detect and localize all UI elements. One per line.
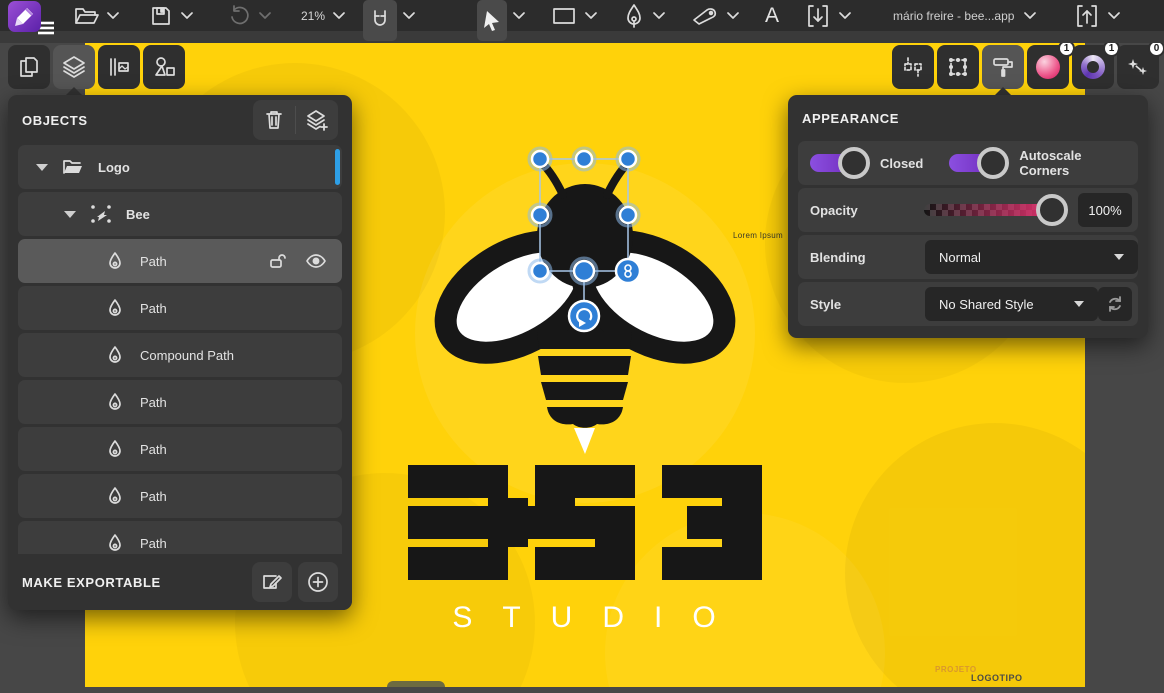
- zoom-level[interactable]: 21%: [301, 0, 325, 31]
- tab-gallery[interactable]: [98, 45, 140, 89]
- objects-panel-title: OBJECTS: [22, 113, 88, 128]
- opacity-slider-knob[interactable]: [1036, 194, 1068, 226]
- app-window: Lorem Ipsum STUDIO PROJETO LOGOTIPO: [0, 0, 1164, 693]
- import-chevron[interactable]: [839, 0, 851, 31]
- undo-button[interactable]: [227, 0, 251, 31]
- tab-stroke[interactable]: 1: [1072, 45, 1114, 89]
- zoom-chevron[interactable]: [333, 0, 345, 31]
- stroke-color-icon: [1081, 55, 1105, 79]
- text-tool-button[interactable]: A: [765, 0, 779, 31]
- pen-tool-chevron[interactable]: [653, 0, 665, 31]
- appearance-panel: APPEARANCE Closed Autoscale Corners Opac…: [788, 95, 1148, 338]
- document-title-chevron[interactable]: [1024, 0, 1036, 31]
- studio-text: STUDIO: [385, 601, 785, 635]
- lock-open-icon[interactable]: [268, 252, 286, 270]
- collapse-caret-icon[interactable]: [36, 164, 48, 171]
- open-file-button[interactable]: [73, 0, 101, 31]
- rotate-handle[interactable]: [569, 301, 599, 331]
- blending-label: Blending: [810, 250, 866, 265]
- object-row-bee[interactable]: Bee: [18, 192, 342, 236]
- export-edit-button[interactable]: [252, 562, 292, 602]
- opacity-label: Opacity: [810, 203, 858, 218]
- caption-logotipo: LOGOTIPO: [971, 673, 1023, 683]
- selected-indicator: [335, 149, 340, 185]
- tab-layers[interactable]: [53, 45, 95, 89]
- move-tool-chevron[interactable]: [513, 0, 525, 31]
- add-layer-button[interactable]: [296, 100, 338, 140]
- chevron-down-icon: [1074, 301, 1084, 307]
- opacity-row: Opacity 100%: [798, 188, 1138, 232]
- tab-shapes[interactable]: [143, 45, 185, 89]
- opacity-slider[interactable]: [924, 204, 1052, 216]
- path-options-row: Closed Autoscale Corners: [798, 141, 1138, 185]
- fill-color-icon: [1036, 55, 1060, 79]
- object-row-logo[interactable]: Logo: [18, 145, 342, 189]
- blending-row: Blending Normal: [798, 235, 1138, 279]
- save-button[interactable]: [149, 0, 173, 31]
- autoscale-corners-label: Autoscale Corners: [1019, 148, 1126, 178]
- save-chevron[interactable]: [181, 0, 193, 31]
- app-logo-icon: [8, 1, 41, 32]
- corner-radius-handle[interactable]: [616, 259, 640, 283]
- tab-effects[interactable]: 0: [1117, 45, 1159, 89]
- closed-toggle[interactable]: [810, 146, 870, 180]
- style-row: Style No Shared Style: [798, 282, 1138, 326]
- tab-pages[interactable]: [8, 45, 50, 89]
- tab-appearance[interactable]: [982, 45, 1024, 89]
- bee-wordmark: [408, 465, 762, 580]
- tab-nodes[interactable]: [937, 45, 979, 89]
- blending-dropdown[interactable]: Normal: [925, 240, 1138, 274]
- objects-panel: OBJECTS Logo Bee Path: [8, 95, 352, 610]
- delete-object-button[interactable]: [253, 100, 295, 140]
- pen-tool-button[interactable]: [625, 0, 643, 31]
- make-exportable-label: MAKE EXPORTABLE: [22, 575, 161, 590]
- move-tool-button[interactable]: [477, 0, 507, 41]
- multi-tool-chevron[interactable]: [727, 0, 739, 31]
- main-toolbar: 21%: [0, 0, 1164, 43]
- undo-chevron[interactable]: [259, 0, 271, 31]
- snapping-button[interactable]: [363, 0, 397, 41]
- add-export-button[interactable]: [298, 562, 338, 602]
- shape-tool-button[interactable]: [551, 0, 577, 31]
- chevron-down-icon: [1114, 254, 1124, 260]
- autoscale-corners-toggle[interactable]: [949, 146, 1009, 180]
- object-row-path[interactable]: Path: [18, 474, 342, 518]
- opacity-value[interactable]: 100%: [1078, 193, 1132, 227]
- style-label: Style: [810, 297, 841, 312]
- style-dropdown[interactable]: No Shared Style: [925, 287, 1098, 321]
- export-chevron[interactable]: [1108, 0, 1120, 31]
- import-button[interactable]: [805, 0, 831, 31]
- shape-tool-chevron[interactable]: [585, 0, 597, 31]
- object-row-path[interactable]: Path: [18, 380, 342, 424]
- export-button[interactable]: [1074, 0, 1100, 31]
- object-row-path[interactable]: Path: [18, 286, 342, 330]
- tab-fill[interactable]: 1: [1027, 45, 1069, 89]
- placeholder-text: Lorem Ipsum: [733, 231, 783, 240]
- document-title[interactable]: mário freire - bee...app: [893, 0, 1014, 31]
- snapping-chevron[interactable]: [403, 0, 415, 31]
- object-row-path[interactable]: Path: [18, 427, 342, 471]
- canvas-bottom-widget[interactable]: [387, 681, 445, 687]
- collapse-caret-icon[interactable]: [64, 211, 76, 218]
- visibility-icon[interactable]: [306, 254, 326, 268]
- tab-arrange[interactable]: [892, 45, 934, 89]
- multi-tool-button[interactable]: [691, 0, 719, 31]
- object-row-path-selected[interactable]: Path: [18, 239, 342, 283]
- app-logo-button[interactable]: [8, 0, 41, 31]
- closed-toggle-label: Closed: [880, 156, 923, 171]
- open-file-chevron[interactable]: [107, 0, 119, 31]
- appearance-panel-title: APPEARANCE: [802, 111, 899, 126]
- object-row-compound-path[interactable]: Compound Path: [18, 333, 342, 377]
- sync-style-button[interactable]: [1098, 287, 1132, 321]
